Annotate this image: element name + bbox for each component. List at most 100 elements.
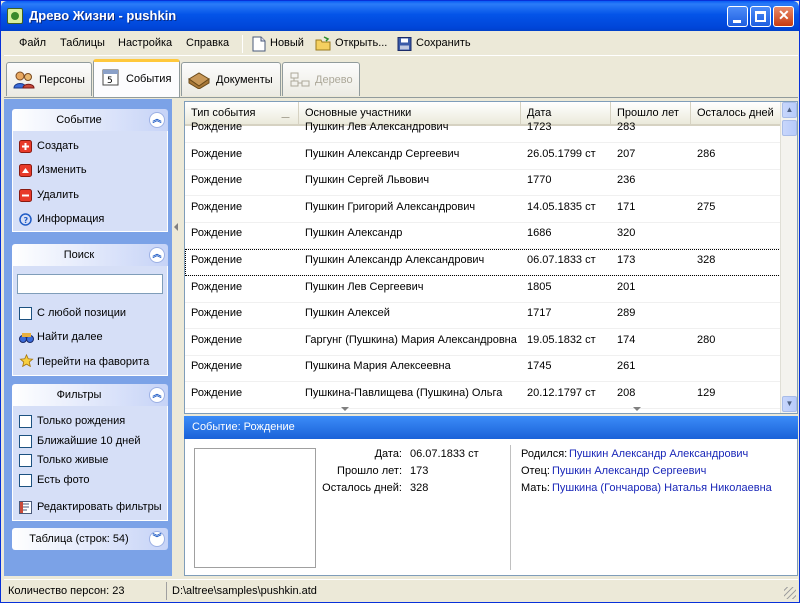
search-input[interactable] — [17, 274, 163, 294]
table-cell: Пушкин Сергей Львович — [305, 174, 430, 187]
expand-chevron-icon[interactable]: ︾ — [149, 531, 165, 547]
splitter-down-arrow-icon — [341, 407, 349, 411]
table-row[interactable]: Рождение Гаргунг (Пушкина) Мария Александ… — [185, 329, 781, 356]
table-group-header[interactable]: Таблица (строк: 54) ︾ — [12, 528, 168, 550]
grid-rows: Рождение Пушкин Лев Александрович 1723 283 Р… — [185, 122, 781, 413]
tab-tree[interactable]: Дерево — [282, 62, 360, 96]
column-header-event-type[interactable]: Тип события — [185, 102, 299, 124]
persons-count-status: Количество персон: 23 — [8, 585, 125, 597]
find-next-label: Найти далее — [37, 331, 103, 343]
born-person-link[interactable]: Пушкин Александр Александрович — [569, 448, 748, 460]
maximize-button[interactable] — [750, 6, 771, 27]
table-row[interactable]: Рождение Пушкин Сергей Львович 1770 236 — [185, 169, 781, 197]
table-cell: Рождение — [191, 122, 243, 133]
grid-detail-splitter[interactable] — [184, 406, 798, 415]
table-group-title: Таблица (строк: 54) — [29, 533, 129, 545]
births-only-checkbox[interactable] — [19, 415, 32, 428]
tab-persons[interactable]: Персоны — [6, 62, 92, 96]
table-cell: Рождение — [191, 254, 243, 266]
edit-label: Изменить — [37, 164, 87, 176]
events-grid[interactable]: Тип события Основные участники Дата Прош… — [184, 101, 798, 414]
resize-grip-icon[interactable] — [784, 587, 796, 599]
new-document-icon — [252, 36, 266, 52]
table-cell: Рождение — [191, 360, 243, 373]
detail-divider — [510, 445, 511, 570]
goto-favorite-label: Перейти на фаворита — [37, 356, 150, 368]
minimize-button[interactable] — [727, 6, 748, 27]
app-tree-icon — [7, 8, 23, 24]
table-cell: 20.12.1797 ст — [527, 387, 596, 399]
table-cell: Пушкин Лев Александрович — [305, 122, 449, 133]
filters-group-header[interactable]: Фильтры ︽ — [12, 384, 168, 406]
born-label: Родился: — [521, 448, 568, 460]
main-window: Древо Жизни - pushkin ✕ Файл Таблицы Нас… — [0, 0, 800, 603]
table-cell: 275 — [697, 200, 716, 213]
mother-person-link[interactable]: Пушкина (Гончарова) Наталья Николаевна — [552, 482, 772, 494]
table-cell: 1686 — [527, 227, 552, 240]
open-folder-icon — [315, 36, 331, 51]
calendar-icon: 5 — [102, 69, 119, 86]
event-group-header[interactable]: Событие ︽ — [12, 109, 168, 131]
table-row[interactable]: Рождение Пушкин Александр 1686 320 — [185, 222, 781, 250]
collapse-chevron-icon[interactable]: ︽ — [149, 112, 165, 128]
splitter-down-arrow-icon — [633, 407, 641, 411]
table-row[interactable]: Рождение Пушкина Мария Алексеевна 1745 261 — [185, 355, 781, 383]
event-group: Событие ︽ Создать Изменить Удалить ? Инф… — [12, 109, 168, 232]
table-cell: Пушкин Алексей — [305, 307, 390, 320]
alive-only-checkbox[interactable] — [19, 454, 32, 467]
column-header-participants[interactable]: Основные участники — [299, 102, 521, 124]
menu-tables[interactable]: Таблицы — [60, 37, 105, 49]
search-group-body: С любой позиции Найти далее Перейти на ф… — [12, 266, 168, 376]
next-10-days-label: Ближайшие 10 дней — [37, 435, 141, 447]
menu-file[interactable]: Файл — [19, 37, 46, 49]
new-label: Новый — [270, 37, 304, 49]
save-button[interactable]: Сохранить — [397, 32, 477, 56]
table-cell: 207 — [617, 147, 636, 160]
delete-label: Удалить — [37, 189, 79, 201]
close-button[interactable]: ✕ — [773, 6, 794, 27]
menu-settings[interactable]: Настройка — [118, 37, 172, 49]
next-10-days-checkbox[interactable] — [19, 435, 32, 448]
any-position-checkbox[interactable] — [19, 307, 32, 320]
table-cell: 1723 — [527, 122, 552, 133]
table-row[interactable]: Рождение Пушкин Григорий Александрович 14.… — [185, 196, 781, 223]
title-bar[interactable]: Древо Жизни - pushkin ✕ — [1, 1, 799, 31]
table-row[interactable]: Рождение Пушкина-Павлищева (Пушкина) Ольг… — [185, 382, 781, 409]
info-icon: ? — [19, 213, 32, 226]
table-cell: Пушкин Григорий Александрович — [305, 200, 476, 213]
grid-vertical-scrollbar[interactable]: ▲ ▼ — [780, 102, 797, 413]
new-button[interactable]: Новый — [250, 32, 310, 56]
table-row[interactable]: Рождение Пушкин Александр Александрович 06… — [185, 249, 781, 276]
scroll-up-button[interactable]: ▲ — [782, 102, 797, 118]
tab-documents[interactable]: Документы — [181, 62, 281, 96]
collapse-chevron-icon[interactable]: ︽ — [149, 387, 165, 403]
table-row[interactable]: Рождение Пушкин Алексей 1717 289 — [185, 302, 781, 330]
table-row[interactable]: Рождение Пушкин Александр Сергеевич 26.05.… — [185, 143, 781, 170]
close-icon: ✕ — [778, 7, 790, 23]
table-cell: Рождение — [191, 200, 243, 213]
table-cell: 320 — [617, 227, 636, 240]
tree-diagram-icon — [290, 72, 310, 87]
menu-help[interactable]: Справка — [186, 37, 229, 49]
table-cell: 328 — [697, 254, 716, 266]
table-cell: Рождение — [191, 387, 243, 399]
father-person-link[interactable]: Пушкин Александр Сергеевич — [552, 465, 706, 477]
column-header-days-left[interactable]: Осталось дней — [691, 102, 781, 124]
table-row[interactable]: Рождение Пушкин Лев Александрович 1723 283 — [185, 122, 781, 143]
has-photo-checkbox[interactable] — [19, 474, 32, 487]
column-header-years-passed[interactable]: Прошло лет — [611, 102, 691, 124]
status-bar: Количество персон: 23 D:\altree\samples\… — [4, 579, 798, 601]
sidebar-splitter[interactable] — [172, 99, 182, 576]
scroll-thumb[interactable] — [782, 120, 797, 136]
table-row[interactable]: Рождение Пушкин Лев Сергеевич 1805 201 — [185, 276, 781, 303]
column-header-date[interactable]: Дата — [521, 102, 611, 124]
binoculars-icon — [19, 333, 34, 343]
table-cell: 208 — [617, 387, 636, 399]
search-group-header[interactable]: Поиск ︽ — [12, 244, 168, 266]
table-cell: Пушкин Александр Сергеевич — [305, 147, 460, 160]
save-label: Сохранить — [416, 37, 471, 49]
years-label: Прошло лет: — [337, 465, 402, 477]
open-button[interactable]: Открыть... — [315, 32, 395, 56]
tab-events[interactable]: 5 События — [93, 59, 180, 97]
collapse-chevron-icon[interactable]: ︽ — [149, 247, 165, 263]
